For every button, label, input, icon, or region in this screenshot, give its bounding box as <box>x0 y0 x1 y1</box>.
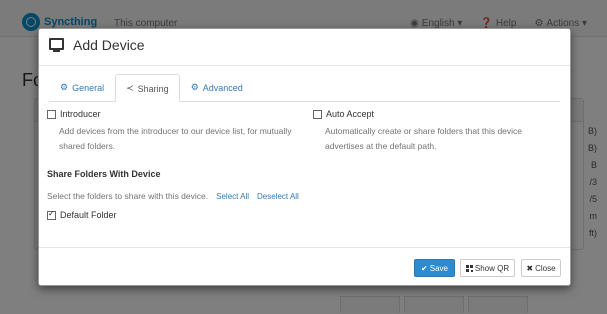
show-qr-button-label: Show QR <box>474 263 510 273</box>
close-button[interactable]: ✖ Close <box>521 259 561 277</box>
modal-title-text: Add Device <box>73 37 145 53</box>
introducer-help: Add devices from the introducer to our d… <box>59 126 292 151</box>
auto-accept-label: Auto Accept <box>326 109 375 119</box>
introducer-option[interactable]: Introducer <box>47 109 297 119</box>
tab-sharing-label: Sharing <box>137 83 169 94</box>
tab-bar: ⚙ General ≺ Sharing ⚙ Advanced <box>49 74 560 102</box>
gear-icon: ⚙ <box>60 82 69 92</box>
introducer-checkbox[interactable] <box>47 109 56 119</box>
modal-title: Add Device <box>49 37 145 53</box>
save-button-label: Save <box>429 263 448 273</box>
show-qr-button[interactable]: Show QR <box>460 259 515 277</box>
deselect-all-link[interactable]: Deselect All <box>257 192 299 201</box>
folder-label: Default Folder <box>60 210 117 220</box>
share-folders-description: Select the folders to share with this de… <box>47 191 209 201</box>
tab-general-label: General <box>72 82 105 93</box>
tab-general[interactable]: ⚙ General <box>49 74 115 100</box>
save-button[interactable]: ✔ Save <box>414 259 455 277</box>
tab-sharing[interactable]: ≺ Sharing <box>115 74 180 102</box>
auto-accept-checkbox[interactable] <box>313 109 322 119</box>
auto-accept-option[interactable]: Auto Accept <box>313 109 563 119</box>
share-folders-description-row: Select the folders to share with this de… <box>47 191 299 201</box>
share-icon: ≺ <box>126 83 134 93</box>
select-all-link[interactable]: Select All <box>216 192 249 201</box>
add-device-dialog: Add Device ⚙ General ≺ Sharing ⚙ Advance… <box>38 28 571 286</box>
modal-header: Add Device <box>39 29 570 66</box>
cogs-icon: ⚙ <box>190 82 199 92</box>
qrcode-icon <box>465 264 473 272</box>
tab-advanced[interactable]: ⚙ Advanced <box>180 74 254 100</box>
close-icon: ✖ <box>526 263 534 273</box>
close-button-label: Close <box>535 263 556 273</box>
modal-footer: ✔ Save Show QR ✖ Close <box>39 247 570 286</box>
share-folders-title: Share Folders With Device <box>47 169 161 179</box>
introducer-group: Introducer Add devices from the introduc… <box>47 109 297 154</box>
auto-accept-group: Auto Accept Automatically create or shar… <box>313 109 563 154</box>
tab-advanced-label: Advanced <box>202 82 243 93</box>
check-icon: ✔ <box>421 263 428 273</box>
auto-accept-help: Automatically create or share folders th… <box>325 126 523 151</box>
default-folder-checkbox[interactable] <box>47 209 56 220</box>
desktop-icon <box>49 38 64 52</box>
folder-option[interactable]: Default Folder <box>47 209 117 220</box>
introducer-label: Introducer <box>60 109 101 119</box>
